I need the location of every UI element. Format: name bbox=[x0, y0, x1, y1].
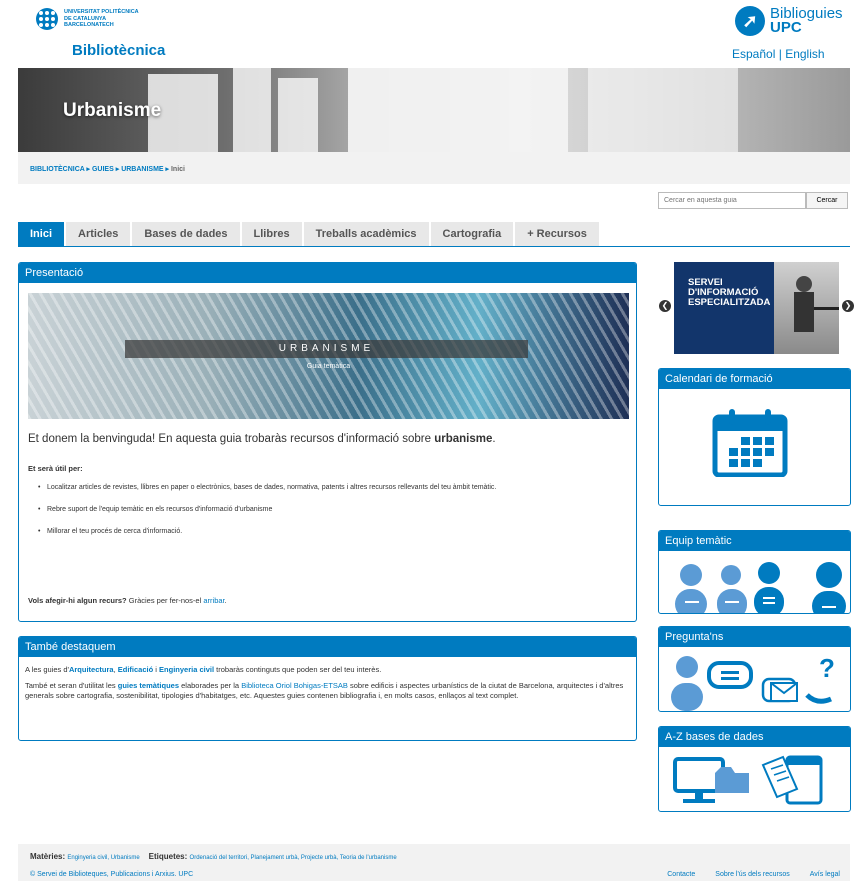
lang-es-link[interactable]: Español bbox=[732, 47, 775, 61]
page-title: Urbanisme bbox=[63, 100, 162, 121]
banner: Urbanisme bbox=[18, 68, 850, 152]
useful-heading: Et serà útil per: bbox=[28, 464, 83, 473]
copyright-link[interactable]: © Servei de Biblioteques, Publicacions i… bbox=[30, 871, 193, 878]
breadcrumb-current: Inici bbox=[170, 166, 185, 173]
breadcrumb-urbanisme[interactable]: URBANISME bbox=[121, 166, 163, 173]
database-computer-icon bbox=[673, 755, 823, 805]
breadcrumb-bibliotecnica[interactable]: BIBLIOTÈCNICA bbox=[30, 166, 85, 173]
list-item: Millorar el teu procés de cerca d'inform… bbox=[38, 527, 618, 537]
upc-logo[interactable]: UNIVERSITAT POLITÈCNICA DE CATALUNYA BAR… bbox=[36, 8, 194, 30]
guide-tabs: Inici Articles Bases de dades Llibres Tr… bbox=[18, 222, 601, 246]
tab-llibres[interactable]: Llibres bbox=[241, 222, 302, 246]
tab-articles[interactable]: Articles bbox=[66, 222, 131, 246]
ask-chat-icon: ? bbox=[671, 653, 835, 711]
footer-us-recursos-link[interactable]: Sobre l'ús dels recursos bbox=[715, 871, 789, 878]
header: UNIVERSITAT POLITÈCNICA DE CATALUNYA BAR… bbox=[0, 0, 856, 68]
tambe-destaquem-box: També destaquem A les guies d'Arquitectu… bbox=[18, 636, 637, 741]
tab-divider bbox=[18, 246, 850, 247]
breadcrumb-guies[interactable]: GUIES bbox=[92, 166, 114, 173]
list-item: Rebre suport de l'equip temàtic en els r… bbox=[38, 505, 618, 515]
guide-search: Cercar bbox=[658, 192, 848, 209]
language-switcher: Español | English bbox=[732, 47, 825, 61]
link-biblioteca-etsab[interactable]: Biblioteca Oriol Bohigas-ETSAB bbox=[241, 681, 348, 690]
promo-photo bbox=[774, 262, 839, 354]
presentacio-heading: Presentació bbox=[19, 263, 636, 283]
footer: Matèries: Enginyeria civil, Urbanisme Et… bbox=[18, 844, 850, 881]
footer-avis-legal-link[interactable]: Avís legal bbox=[810, 871, 840, 878]
welcome-text: Et donem la benvinguda! En aquesta guia … bbox=[28, 433, 496, 445]
biblioguies-logo[interactable]: ➚ Biblioguies UPC bbox=[735, 6, 843, 36]
upc-logo-text: UNIVERSITAT POLITÈCNICA DE CATALUNYA BAR… bbox=[64, 9, 139, 29]
promo-title: SERVEI D'INFORMACIÓ ESPECIALITZADA bbox=[688, 277, 771, 308]
compass-icon: ➚ bbox=[735, 6, 765, 36]
add-resource-link[interactable]: arribar bbox=[203, 596, 224, 605]
ask-box[interactable]: Pregunta'ns ? bbox=[658, 626, 851, 712]
presentacio-box: Presentació URBANISME Guia temàtica Et d… bbox=[18, 262, 637, 622]
tab-mes-recursos[interactable]: + Recursos bbox=[515, 222, 599, 246]
footer-links: Contacte Sobre l'ús dels recursos Avís l… bbox=[667, 871, 840, 878]
upc-mark-icon bbox=[36, 8, 58, 30]
tab-treballs-academics[interactable]: Treballs acadèmics bbox=[303, 222, 429, 246]
carousel-prev-icon[interactable]: ❮ bbox=[659, 300, 671, 312]
tambe-destaquem-heading: També destaquem bbox=[19, 637, 636, 657]
add-resource-text: Vols afegir-hi algun recurs? Gràcies per… bbox=[28, 596, 227, 605]
search-input[interactable] bbox=[658, 192, 806, 209]
hero-image: URBANISME Guia temàtica bbox=[28, 293, 629, 419]
tab-inici[interactable]: Inici bbox=[18, 222, 65, 246]
team-heading: Equip temàtic bbox=[659, 531, 850, 551]
ask-heading: Pregunta'ns bbox=[659, 627, 850, 647]
team-people-icon bbox=[675, 562, 846, 613]
useful-list: Localitzar articles de revistes, llibres… bbox=[38, 483, 618, 549]
carousel-next-icon[interactable]: ❯ bbox=[842, 300, 854, 312]
site-title[interactable]: Bibliotècnica bbox=[72, 42, 165, 59]
search-button[interactable]: Cercar bbox=[806, 192, 848, 209]
breadcrumb-bar: BIBLIOTÈCNICA ▸ GUIES ▸ URBANISME ▸ Inic… bbox=[18, 152, 850, 184]
lang-en-link[interactable]: English bbox=[785, 47, 824, 61]
az-heading: A-Z bases de dades bbox=[659, 727, 850, 747]
az-databases-box[interactable]: A-Z bases de dades bbox=[658, 726, 851, 812]
link-guies-tematiques[interactable]: guies temàtiques bbox=[118, 681, 179, 690]
calendar-box[interactable]: Calendari de formació bbox=[658, 368, 851, 506]
promo-carousel-slide[interactable]: SERVEI D'INFORMACIÓ ESPECIALITZADA bbox=[674, 262, 839, 354]
etiquetes-links[interactable]: Ordenació del territori, Planejament urb… bbox=[190, 855, 397, 861]
link-arquitectura[interactable]: Arquitectura bbox=[69, 665, 114, 674]
breadcrumb: BIBLIOTÈCNICA ▸ GUIES ▸ URBANISME ▸ Inic… bbox=[30, 166, 185, 173]
footer-tags: Matèries: Enginyeria civil, Urbanisme Et… bbox=[30, 852, 397, 861]
calendar-heading: Calendari de formació bbox=[659, 369, 850, 389]
tab-cartografia[interactable]: Cartografia bbox=[430, 222, 514, 246]
footer-contacte-link[interactable]: Contacte bbox=[667, 871, 695, 878]
calendar-icon bbox=[712, 409, 788, 477]
list-item: Localitzar articles de revistes, llibres… bbox=[38, 483, 618, 493]
tab-bases-de-dades[interactable]: Bases de dades bbox=[132, 222, 240, 246]
materies-links[interactable]: Enginyeria civil, Urbanisme bbox=[67, 855, 139, 861]
team-box[interactable]: Equip temàtic bbox=[658, 530, 851, 614]
link-enginyeria-civil[interactable]: Enginyeria civil bbox=[159, 665, 214, 674]
link-edificacio[interactable]: Edificació bbox=[118, 665, 153, 674]
svg-text:?: ? bbox=[819, 653, 835, 683]
hero-title: URBANISME bbox=[125, 340, 528, 358]
hero-subtitle: Guia temàtica bbox=[306, 363, 351, 370]
